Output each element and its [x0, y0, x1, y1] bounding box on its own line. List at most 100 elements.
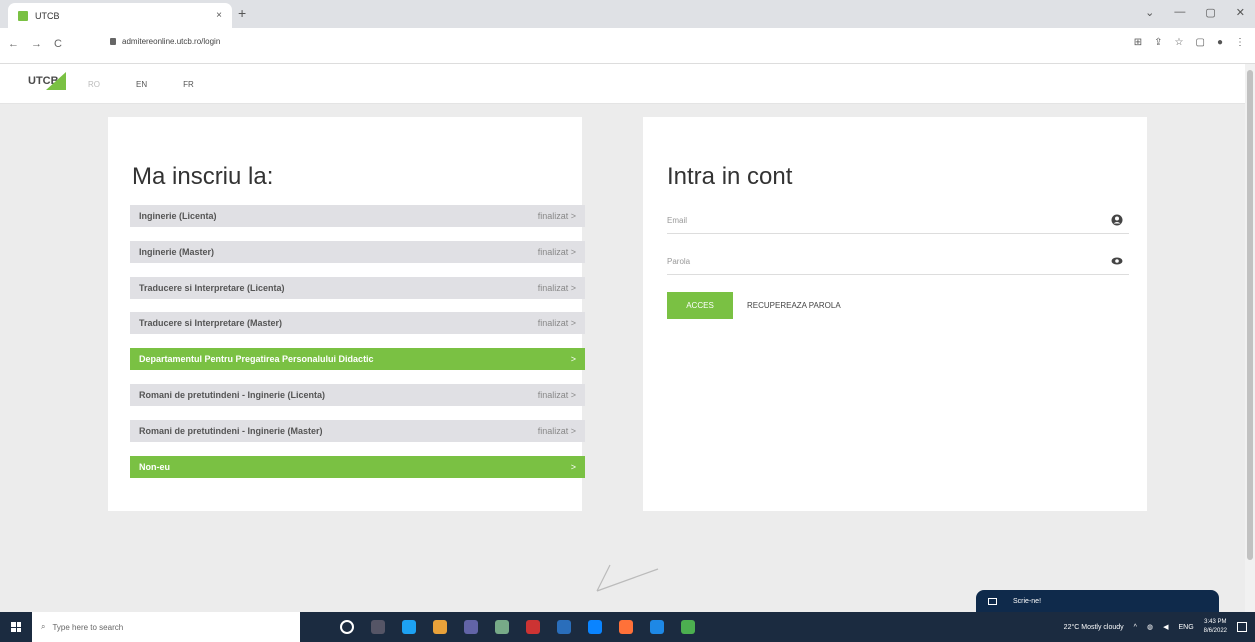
program-label: Non-eu	[139, 461, 170, 472]
login-card: Intra in cont Email Parola ACCES RECUPER…	[643, 117, 1147, 511]
extension-icon[interactable]: ⊞	[1134, 37, 1142, 48]
program-status: finalizat >	[537, 425, 576, 436]
share-icon[interactable]: ⇪	[1154, 37, 1162, 48]
app-icon[interactable]	[526, 620, 540, 634]
minimize-button[interactable]: —	[1174, 6, 1185, 19]
user-icon	[1111, 214, 1123, 226]
start-button[interactable]	[0, 612, 32, 642]
program-label: Inginerie (Master)	[139, 246, 215, 257]
tab-search-icon[interactable]: ⌄	[1145, 6, 1154, 19]
task-view-icon[interactable]	[371, 620, 385, 634]
app-icon[interactable]	[495, 620, 509, 634]
program-status: finalizat >	[537, 318, 576, 329]
url-text: admitereonline.utcb.ro/login	[122, 37, 221, 46]
app-icon[interactable]	[681, 620, 695, 634]
new-tab-button[interactable]: +	[238, 5, 246, 21]
cortana-icon[interactable]	[340, 620, 354, 634]
program-status: finalizat >	[537, 282, 576, 293]
program-label: Inginerie (Licenta)	[139, 211, 217, 221]
bookmark-star-icon[interactable]: ☆	[1175, 37, 1184, 48]
language-indicator[interactable]: ENG	[1178, 624, 1193, 631]
program-status: finalizat >	[537, 246, 576, 257]
pinned-apps	[340, 620, 695, 634]
notifications-icon[interactable]	[1237, 622, 1247, 632]
eye-icon[interactable]	[1111, 255, 1123, 267]
weather-widget[interactable]: 22°C Mostly cloudy	[1064, 624, 1124, 631]
network-icon[interactable]: ◍	[1147, 623, 1153, 631]
extension-icons: ⊞ ⇪ ☆ ▢ ● ⋮	[1134, 37, 1245, 48]
favicon-icon	[18, 10, 28, 21]
mail-icon[interactable]	[588, 620, 602, 634]
address-bar: ← → C admitereonline.utcb.ro/login ⊞ ⇪ ☆…	[0, 28, 1255, 64]
taskbar-search[interactable]: ⌕ Type here to search	[32, 612, 300, 642]
program-status: >	[570, 461, 576, 472]
registration-card: Ma inscriu la: Inginerie (Licenta) finali…	[108, 117, 585, 511]
program-item[interactable]: Non-eu >	[130, 455, 585, 478]
photos-icon[interactable]	[433, 620, 447, 634]
decorative-line-icon	[596, 564, 659, 592]
program-label: Traducere si Interpretare (Licenta)	[139, 282, 285, 293]
recover-password-link[interactable]: RECUPEREAZA PAROLA	[747, 301, 841, 310]
file-explorer-icon[interactable]	[557, 620, 571, 634]
browser-tab[interactable]: UTCB ×	[8, 3, 232, 28]
acces-button[interactable]: ACCES	[667, 292, 733, 319]
menu-icon[interactable]: ⋮	[1235, 37, 1245, 48]
program-item[interactable]: Departamentul Pentru Pregatirea Personal…	[130, 348, 585, 371]
sidebar-icon[interactable]: ▢	[1196, 37, 1205, 48]
tab-close-icon[interactable]: ×	[216, 10, 222, 21]
search-icon: ⌕	[41, 622, 46, 631]
lang-ro[interactable]: RO	[88, 80, 100, 89]
clock[interactable]: 3:43 PM 8/6/2022	[1204, 618, 1227, 636]
browser-tab-bar: UTCB × + ⌄ — ▢ ✕	[0, 0, 1255, 28]
firefox-icon[interactable]	[619, 620, 633, 634]
forward-icon[interactable]: →	[31, 38, 42, 50]
tray-chevron-icon[interactable]: ^	[1134, 624, 1137, 631]
program-item[interactable]: Inginerie (Licenta) finalizat >	[130, 205, 585, 227]
url-field[interactable]: admitereonline.utcb.ro/login	[110, 37, 220, 46]
page-scrollbar[interactable]	[1245, 64, 1255, 612]
language-switcher: RO EN FR	[88, 80, 194, 89]
email-field[interactable]: Email	[667, 208, 1129, 234]
program-item[interactable]: Traducere si Interpretare (Master) finali…	[130, 312, 585, 335]
registration-title: Ma inscriu la:	[132, 163, 274, 190]
edge-icon[interactable]	[402, 620, 416, 634]
envelope-icon	[988, 597, 997, 605]
program-status: >	[570, 354, 576, 365]
program-item[interactable]: Romani de pretutindeni - Inginerie (Lice…	[130, 383, 585, 406]
search-placeholder: Type here to search	[52, 622, 124, 632]
program-list: Inginerie (Licenta) finalizat > Inginerie …	[130, 205, 585, 491]
program-status: finalizat >	[537, 389, 576, 400]
windows-logo-icon	[11, 622, 21, 632]
password-placeholder: Parola	[667, 257, 691, 266]
teams-icon[interactable]	[464, 620, 478, 634]
close-window-button[interactable]: ✕	[1236, 6, 1245, 19]
program-item[interactable]: Inginerie (Master) finalizat >	[130, 240, 585, 263]
lang-fr[interactable]: FR	[183, 80, 194, 89]
windows-taskbar: ⌕ Type here to search 22°C Mostly cloudy…	[0, 612, 1255, 642]
program-status: finalizat >	[537, 211, 576, 221]
lang-en[interactable]: EN	[136, 80, 147, 89]
reload-icon[interactable]: C	[54, 38, 62, 50]
chat-label: Scrie-ne!	[1013, 597, 1042, 605]
chat-widget-button[interactable]: Scrie-ne!	[976, 590, 1219, 612]
clock-time: 3:43 PM	[1204, 619, 1227, 625]
program-label: Departamentul Pentru Pregatirea Personal…	[139, 354, 374, 365]
program-item[interactable]: Traducere si Interpretare (Licenta) final…	[130, 276, 585, 299]
tab-title: UTCB	[35, 10, 60, 21]
logo-text: UTCB	[28, 74, 59, 87]
login-actions: ACCES RECUPEREAZA PAROLA	[667, 292, 841, 319]
volume-icon[interactable]: ◀	[1163, 623, 1168, 631]
password-field[interactable]: Parola	[667, 249, 1129, 275]
system-tray: 22°C Mostly cloudy ^ ◍ ◀ ENG 3:43 PM 8/6…	[1064, 612, 1247, 642]
store-icon[interactable]	[650, 620, 664, 634]
scrollbar-thumb[interactable]	[1247, 70, 1253, 560]
program-item[interactable]: Romani de pretutindeni - Inginerie (Mast…	[130, 419, 585, 442]
utcb-logo[interactable]: UTCB	[28, 72, 66, 90]
program-label: Traducere si Interpretare (Master)	[139, 318, 283, 329]
program-label: Romani de pretutindeni - Inginerie (Mast…	[139, 425, 323, 436]
maximize-button[interactable]: ▢	[1205, 6, 1215, 19]
email-placeholder: Email	[667, 216, 688, 225]
profile-icon[interactable]: ●	[1217, 37, 1223, 48]
window-controls: ⌄ — ▢ ✕	[1145, 6, 1245, 19]
back-icon[interactable]: ←	[8, 38, 19, 50]
